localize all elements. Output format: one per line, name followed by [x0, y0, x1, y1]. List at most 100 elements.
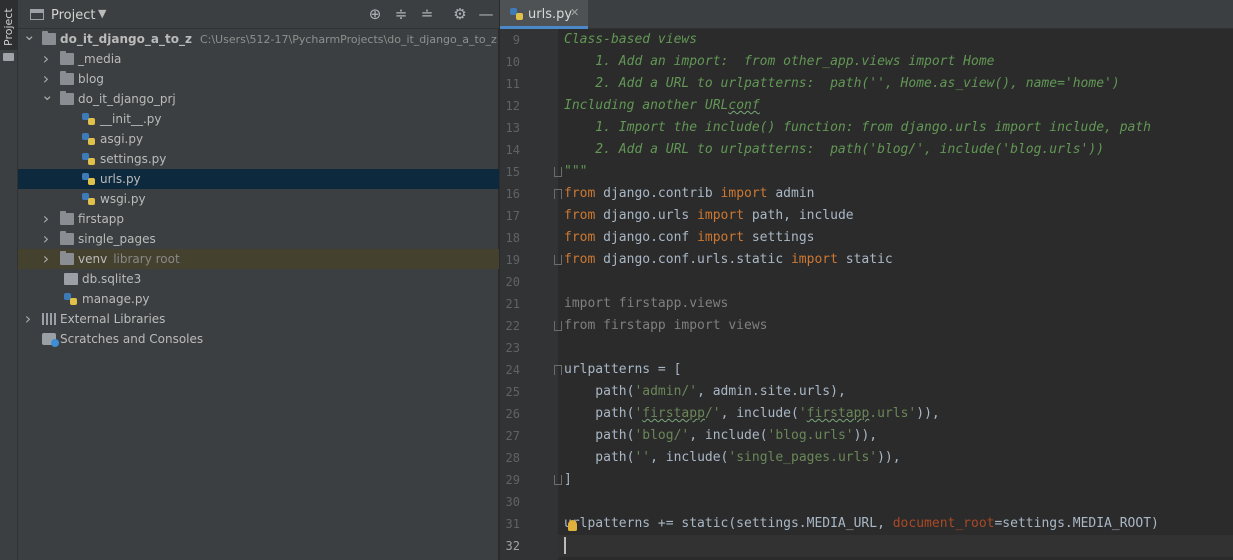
- tool-window-strip: Project: [0, 0, 18, 560]
- tree-item-asgi-py[interactable]: asgi.py: [18, 129, 499, 149]
- tree-item-label: wsgi.py: [100, 189, 146, 209]
- code-line[interactable]: 1. Add an import: from other_app.views i…: [564, 51, 994, 73]
- code-line[interactable]: urlpatterns += static(settings.MEDIA_URL…: [564, 513, 1159, 535]
- tree-item-label: single_pages: [78, 229, 156, 249]
- project-panel-header: Project ▼ ⊕ ≑ ≐ ⚙ —: [18, 0, 499, 29]
- tree-item-settings-py[interactable]: settings.py: [18, 149, 499, 169]
- tree-item-urls-py[interactable]: urls.py: [18, 169, 499, 189]
- code-line[interactable]: path('firstapp/', include('firstapp.urls…: [564, 403, 939, 425]
- expand-all-icon[interactable]: ≑: [392, 5, 410, 23]
- library-root-hint: library root: [113, 252, 180, 266]
- code-line[interactable]: Class-based views: [564, 29, 697, 51]
- line-number: 13: [505, 121, 520, 135]
- code-line[interactable]: """: [564, 161, 587, 183]
- line-number: 25: [505, 385, 520, 399]
- project-panel-title[interactable]: Project: [51, 8, 95, 23]
- tree-item-manage-py[interactable]: manage.py: [18, 289, 499, 309]
- code-line[interactable]: from django.conf.urls.static import stat…: [564, 249, 893, 271]
- python-file-icon: [64, 293, 78, 305]
- chevron-right-icon[interactable]: ›: [41, 229, 51, 249]
- chevron-down-icon[interactable]: ▼: [98, 7, 106, 20]
- tree-item-label: __init__.py: [100, 109, 162, 129]
- chevron-down-icon[interactable]: ⌄: [41, 85, 54, 105]
- tree-item-text: single_pages: [78, 232, 156, 246]
- folder-icon: [60, 231, 74, 245]
- tree-item-venv[interactable]: › venv library root: [18, 249, 499, 269]
- folder-icon[interactable]: [3, 53, 14, 61]
- tree-item-text: Scratches and Consoles: [60, 332, 204, 346]
- tree-item-text: asgi.py: [100, 132, 144, 146]
- chevron-right-icon[interactable]: ›: [41, 249, 51, 269]
- chevron-right-icon[interactable]: ›: [41, 209, 51, 229]
- close-icon[interactable]: ✕: [570, 6, 579, 19]
- tree-item-media[interactable]: › _media: [18, 49, 499, 69]
- tree-item-scratches-and-consoles[interactable]: Scratches and Consoles: [18, 329, 499, 349]
- folder-icon: [60, 211, 74, 225]
- line-number-gutter[interactable]: 9 10 11 12 13 14 15 16 17 18 19 20 21 22 23 24 25 26 27 28 2…: [500, 29, 562, 560]
- code-line[interactable]: from django.contrib import admin: [564, 183, 814, 205]
- code-line[interactable]: path('', include('single_pages.urls')),: [564, 447, 900, 469]
- code-line[interactable]: from django.urls import path, include: [564, 205, 854, 227]
- line-number: 26: [505, 407, 520, 421]
- scratches-icon: [42, 333, 59, 347]
- gear-icon[interactable]: ⚙: [451, 5, 469, 23]
- tab-label: urls.py: [528, 7, 573, 22]
- tree-item-single-pages[interactable]: › single_pages: [18, 229, 499, 249]
- tree-item-init-py[interactable]: __init__.py: [18, 109, 499, 129]
- library-icon: [42, 313, 56, 325]
- locate-icon[interactable]: ⊕: [366, 5, 384, 23]
- intention-bulb-icon[interactable]: [568, 520, 577, 531]
- tab-urls-py[interactable]: urls.py ✕: [500, 0, 588, 29]
- line-number: 19: [505, 253, 520, 267]
- chevron-right-icon[interactable]: ›: [23, 309, 33, 329]
- tree-item-wsgi-py[interactable]: wsgi.py: [18, 189, 499, 209]
- code-line[interactable]: 1. Import the include() function: from d…: [564, 117, 1151, 139]
- line-number: 14: [505, 143, 520, 157]
- line-number: 32: [505, 539, 520, 553]
- line-number: 21: [505, 297, 520, 311]
- code-line[interactable]: urlpatterns = [: [564, 359, 681, 381]
- collapse-all-icon[interactable]: ≐: [418, 5, 436, 23]
- code-line[interactable]: ]: [564, 469, 572, 491]
- line-number: 20: [505, 275, 520, 289]
- tree-item-blog[interactable]: › blog: [18, 69, 499, 89]
- tree-item-label: urls.py: [100, 169, 141, 189]
- line-number: 29: [505, 473, 520, 487]
- python-file-icon: [82, 173, 96, 185]
- project-path: C:\Users\512-17\PycharmProjects\do_it_dj…: [199, 33, 497, 46]
- code-line[interactable]: Including another URLconf: [564, 95, 760, 117]
- tree-item-do-it-django-a-to-z[interactable]: ⌄ do_it_django_a_to_z C:\Users\512-17\Pych…: [18, 26, 499, 49]
- line-number: 23: [505, 341, 520, 355]
- code-line[interactable]: import firstapp.views: [564, 293, 728, 315]
- tree-item-text: do_it_django_a_to_z: [60, 32, 192, 46]
- line-number: 10: [505, 55, 520, 69]
- code-line[interactable]: 2. Add a URL to urlpatterns: path('', Ho…: [564, 73, 1119, 95]
- code-line[interactable]: path('blog/', include('blog.urls')),: [564, 425, 877, 447]
- tree-item-db-sqlite3[interactable]: db.sqlite3: [18, 269, 499, 289]
- tree-item-text: External Libraries: [60, 312, 166, 326]
- tree-item-text: _media: [78, 52, 122, 66]
- project-tool-tab[interactable]: Project: [0, 0, 18, 50]
- project-tool-tab-label: Project: [2, 8, 15, 46]
- tree-item-text: settings.py: [100, 152, 167, 166]
- code-line[interactable]: [558, 535, 1233, 557]
- tree-item-external-libraries[interactable]: › External Libraries: [18, 309, 499, 329]
- code-line[interactable]: from django.conf import settings: [564, 227, 814, 249]
- minimize-icon[interactable]: —: [477, 5, 495, 23]
- tree-item-label: Scratches and Consoles: [60, 329, 203, 349]
- tree-item-text: blog: [78, 72, 104, 86]
- code-line[interactable]: from firstapp import views: [564, 315, 768, 337]
- tree-item-label: External Libraries: [60, 309, 165, 329]
- tree-item-text: venv: [78, 252, 108, 266]
- chevron-right-icon[interactable]: ›: [41, 49, 51, 69]
- code-editor[interactable]: Class-based views 1. Add an import: from…: [558, 29, 1233, 560]
- line-number: 24: [505, 363, 520, 377]
- python-file-icon: [510, 8, 524, 20]
- tree-item-label: _media: [78, 49, 121, 69]
- line-number: 11: [505, 77, 520, 91]
- chevron-down-icon[interactable]: ⌄: [23, 25, 36, 45]
- code-line[interactable]: path('admin/', admin.site.urls),: [564, 381, 846, 403]
- code-line[interactable]: 2. Add a URL to urlpatterns: path('blog/…: [564, 139, 1104, 161]
- tree-item-do-it-django-prj[interactable]: ⌄ do_it_django_prj: [18, 86, 499, 109]
- tree-item-firstapp[interactable]: › firstapp: [18, 209, 499, 229]
